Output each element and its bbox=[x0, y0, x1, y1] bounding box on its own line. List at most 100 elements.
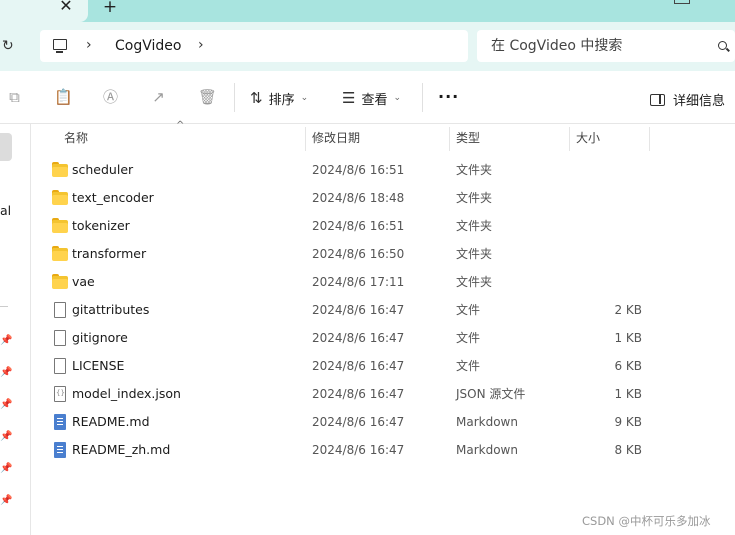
file-name: README_zh.md bbox=[72, 442, 171, 457]
file-row[interactable]: model_index.json 2024/8/6 16:47 JSON 源文件 1 … bbox=[40, 380, 650, 408]
details-pane-icon bbox=[650, 93, 665, 106]
column-header-name[interactable]: 名称 bbox=[64, 124, 88, 152]
file-row[interactable]: vae 2024/8/6 17:11 文件夹 bbox=[40, 268, 650, 296]
view-button[interactable]: ☰ 查看 ⌄ bbox=[342, 87, 401, 109]
share-icon[interactable]: ↗ bbox=[150, 89, 167, 106]
file-type: 文件夹 bbox=[456, 247, 493, 261]
address-bar[interactable]: › CogVideo › bbox=[40, 30, 468, 62]
json-file-icon bbox=[52, 386, 68, 402]
chevron-down-icon: ⌄ bbox=[393, 93, 402, 103]
file-name: tokenizer bbox=[72, 218, 130, 233]
file-name: gitattributes bbox=[72, 302, 150, 317]
file-row[interactable]: README.md 2024/8/6 16:47 Markdown 9 KB bbox=[40, 408, 650, 436]
chevron-right-icon[interactable]: › bbox=[86, 37, 92, 53]
search-input[interactable] bbox=[477, 30, 702, 62]
file-modified-date: 2024/8/6 16:47 bbox=[312, 415, 405, 429]
pin-icon[interactable]: 📌 bbox=[0, 432, 12, 442]
folder-icon bbox=[52, 218, 68, 234]
pin-icon[interactable]: 📌 bbox=[0, 496, 12, 506]
sort-ascending-icon: ^ bbox=[176, 120, 185, 131]
sidebar-divider bbox=[0, 306, 8, 307]
file-type: 文件夹 bbox=[456, 191, 493, 205]
watermark: CSDN @中杯可乐多加冰 bbox=[582, 514, 711, 528]
folder-icon bbox=[52, 190, 68, 206]
command-bar: ⧉ 📋 Ⓐ ↗ 🗑 ⇅ 排序 ⌄ ☰ 查看 ⌄ ··· 详细信息 bbox=[0, 71, 735, 124]
file-size: 9 KB bbox=[614, 415, 642, 429]
minimize-icon[interactable] bbox=[674, 0, 690, 4]
file-type: 文件 bbox=[456, 331, 481, 345]
paste-icon[interactable]: 📋 bbox=[54, 89, 73, 106]
file-type: 文件 bbox=[456, 359, 481, 373]
file-row[interactable]: transformer 2024/8/6 16:50 文件夹 bbox=[40, 240, 650, 268]
file-size: 2 KB bbox=[614, 303, 642, 317]
file-modified-date: 2024/8/6 16:50 bbox=[312, 247, 405, 261]
delete-icon[interactable]: 🗑 bbox=[198, 89, 217, 106]
folder-icon bbox=[52, 274, 68, 290]
refresh-icon[interactable]: ↻ bbox=[2, 38, 18, 54]
sidebar-selected-item[interactable] bbox=[0, 133, 12, 161]
chevron-right-icon[interactable]: › bbox=[198, 37, 204, 53]
file-row[interactable]: text_encoder 2024/8/6 18:48 文件夹 bbox=[40, 184, 650, 212]
file-name: gitignore bbox=[72, 330, 128, 345]
details-pane-button[interactable]: 详细信息 bbox=[650, 90, 725, 109]
file-row[interactable]: scheduler 2024/8/6 16:51 文件夹 bbox=[40, 156, 650, 184]
markdown-file-icon bbox=[52, 442, 68, 458]
toolbar-divider bbox=[234, 83, 235, 112]
file-size: 1 KB bbox=[614, 331, 642, 345]
column-divider[interactable] bbox=[449, 127, 450, 151]
pin-icon[interactable]: 📌 bbox=[0, 336, 12, 346]
new-tab-icon[interactable]: + bbox=[101, 0, 119, 16]
file-modified-date: 2024/8/6 16:47 bbox=[312, 303, 405, 317]
pin-icon[interactable]: 📌 bbox=[0, 464, 12, 474]
file-row[interactable]: README_zh.md 2024/8/6 16:47 Markdown 8 KB bbox=[40, 436, 650, 464]
column-divider[interactable] bbox=[305, 127, 306, 151]
column-header-size[interactable]: 大小 bbox=[576, 124, 600, 152]
more-options-button[interactable]: ··· bbox=[438, 87, 459, 106]
file-row[interactable]: gitattributes 2024/8/6 16:47 文件 2 KB bbox=[40, 296, 650, 324]
toolbar-divider bbox=[422, 83, 423, 112]
tab-strip: ✕ + bbox=[0, 0, 735, 22]
pin-icon[interactable]: 📌 bbox=[0, 400, 12, 410]
file-name: scheduler bbox=[72, 162, 134, 177]
pin-icon[interactable]: 📌 bbox=[0, 368, 12, 378]
column-header-date[interactable]: 修改日期 bbox=[312, 124, 360, 152]
file-size: 1 KB bbox=[614, 387, 642, 401]
navigation-pane: al 📌 📌 📌 📌 📌 📌 bbox=[0, 124, 31, 535]
file-name: README.md bbox=[72, 414, 150, 429]
file-name: model_index.json bbox=[72, 386, 181, 401]
column-divider[interactable] bbox=[649, 127, 650, 151]
file-modified-date: 2024/8/6 16:47 bbox=[312, 443, 405, 457]
breadcrumb-cogvideo[interactable]: CogVideo bbox=[115, 38, 181, 54]
file-type: JSON 源文件 bbox=[456, 387, 526, 401]
file-type: 文件 bbox=[456, 303, 481, 317]
file-modified-date: 2024/8/6 16:51 bbox=[312, 163, 405, 177]
folder-icon bbox=[52, 162, 68, 178]
file-icon bbox=[52, 302, 68, 318]
file-row[interactable]: LICENSE 2024/8/6 16:47 文件 6 KB bbox=[40, 352, 650, 380]
view-label: 查看 bbox=[361, 92, 388, 108]
column-divider[interactable] bbox=[569, 127, 570, 151]
file-type: Markdown bbox=[456, 415, 518, 429]
file-modified-date: 2024/8/6 18:48 bbox=[312, 191, 405, 205]
rename-icon[interactable]: Ⓐ bbox=[102, 89, 119, 106]
copy-icon[interactable]: ⧉ bbox=[6, 89, 23, 106]
chevron-down-icon: ⌄ bbox=[300, 93, 309, 103]
file-type: 文件夹 bbox=[456, 275, 493, 289]
view-list-icon: ☰ bbox=[342, 89, 356, 107]
file-row[interactable]: gitignore 2024/8/6 16:47 文件 1 KB bbox=[40, 324, 650, 352]
this-pc-icon[interactable] bbox=[53, 39, 67, 53]
file-name: LICENSE bbox=[72, 358, 125, 373]
file-row[interactable]: tokenizer 2024/8/6 16:51 文件夹 bbox=[40, 212, 650, 240]
file-size: 8 KB bbox=[614, 443, 642, 457]
tab-cogvideo[interactable]: ✕ bbox=[0, 0, 88, 22]
search-icon[interactable] bbox=[718, 41, 727, 50]
sidebar-item-label[interactable]: al bbox=[0, 203, 11, 218]
file-modified-date: 2024/8/6 17:11 bbox=[312, 275, 405, 289]
file-icon bbox=[52, 330, 68, 346]
close-tab-icon[interactable]: ✕ bbox=[58, 0, 74, 14]
file-modified-date: 2024/8/6 16:47 bbox=[312, 359, 405, 373]
file-icon bbox=[52, 358, 68, 374]
column-header-type[interactable]: 类型 bbox=[456, 124, 480, 152]
sort-button[interactable]: ⇅ 排序 ⌄ bbox=[250, 87, 308, 109]
search-box[interactable] bbox=[477, 30, 735, 62]
